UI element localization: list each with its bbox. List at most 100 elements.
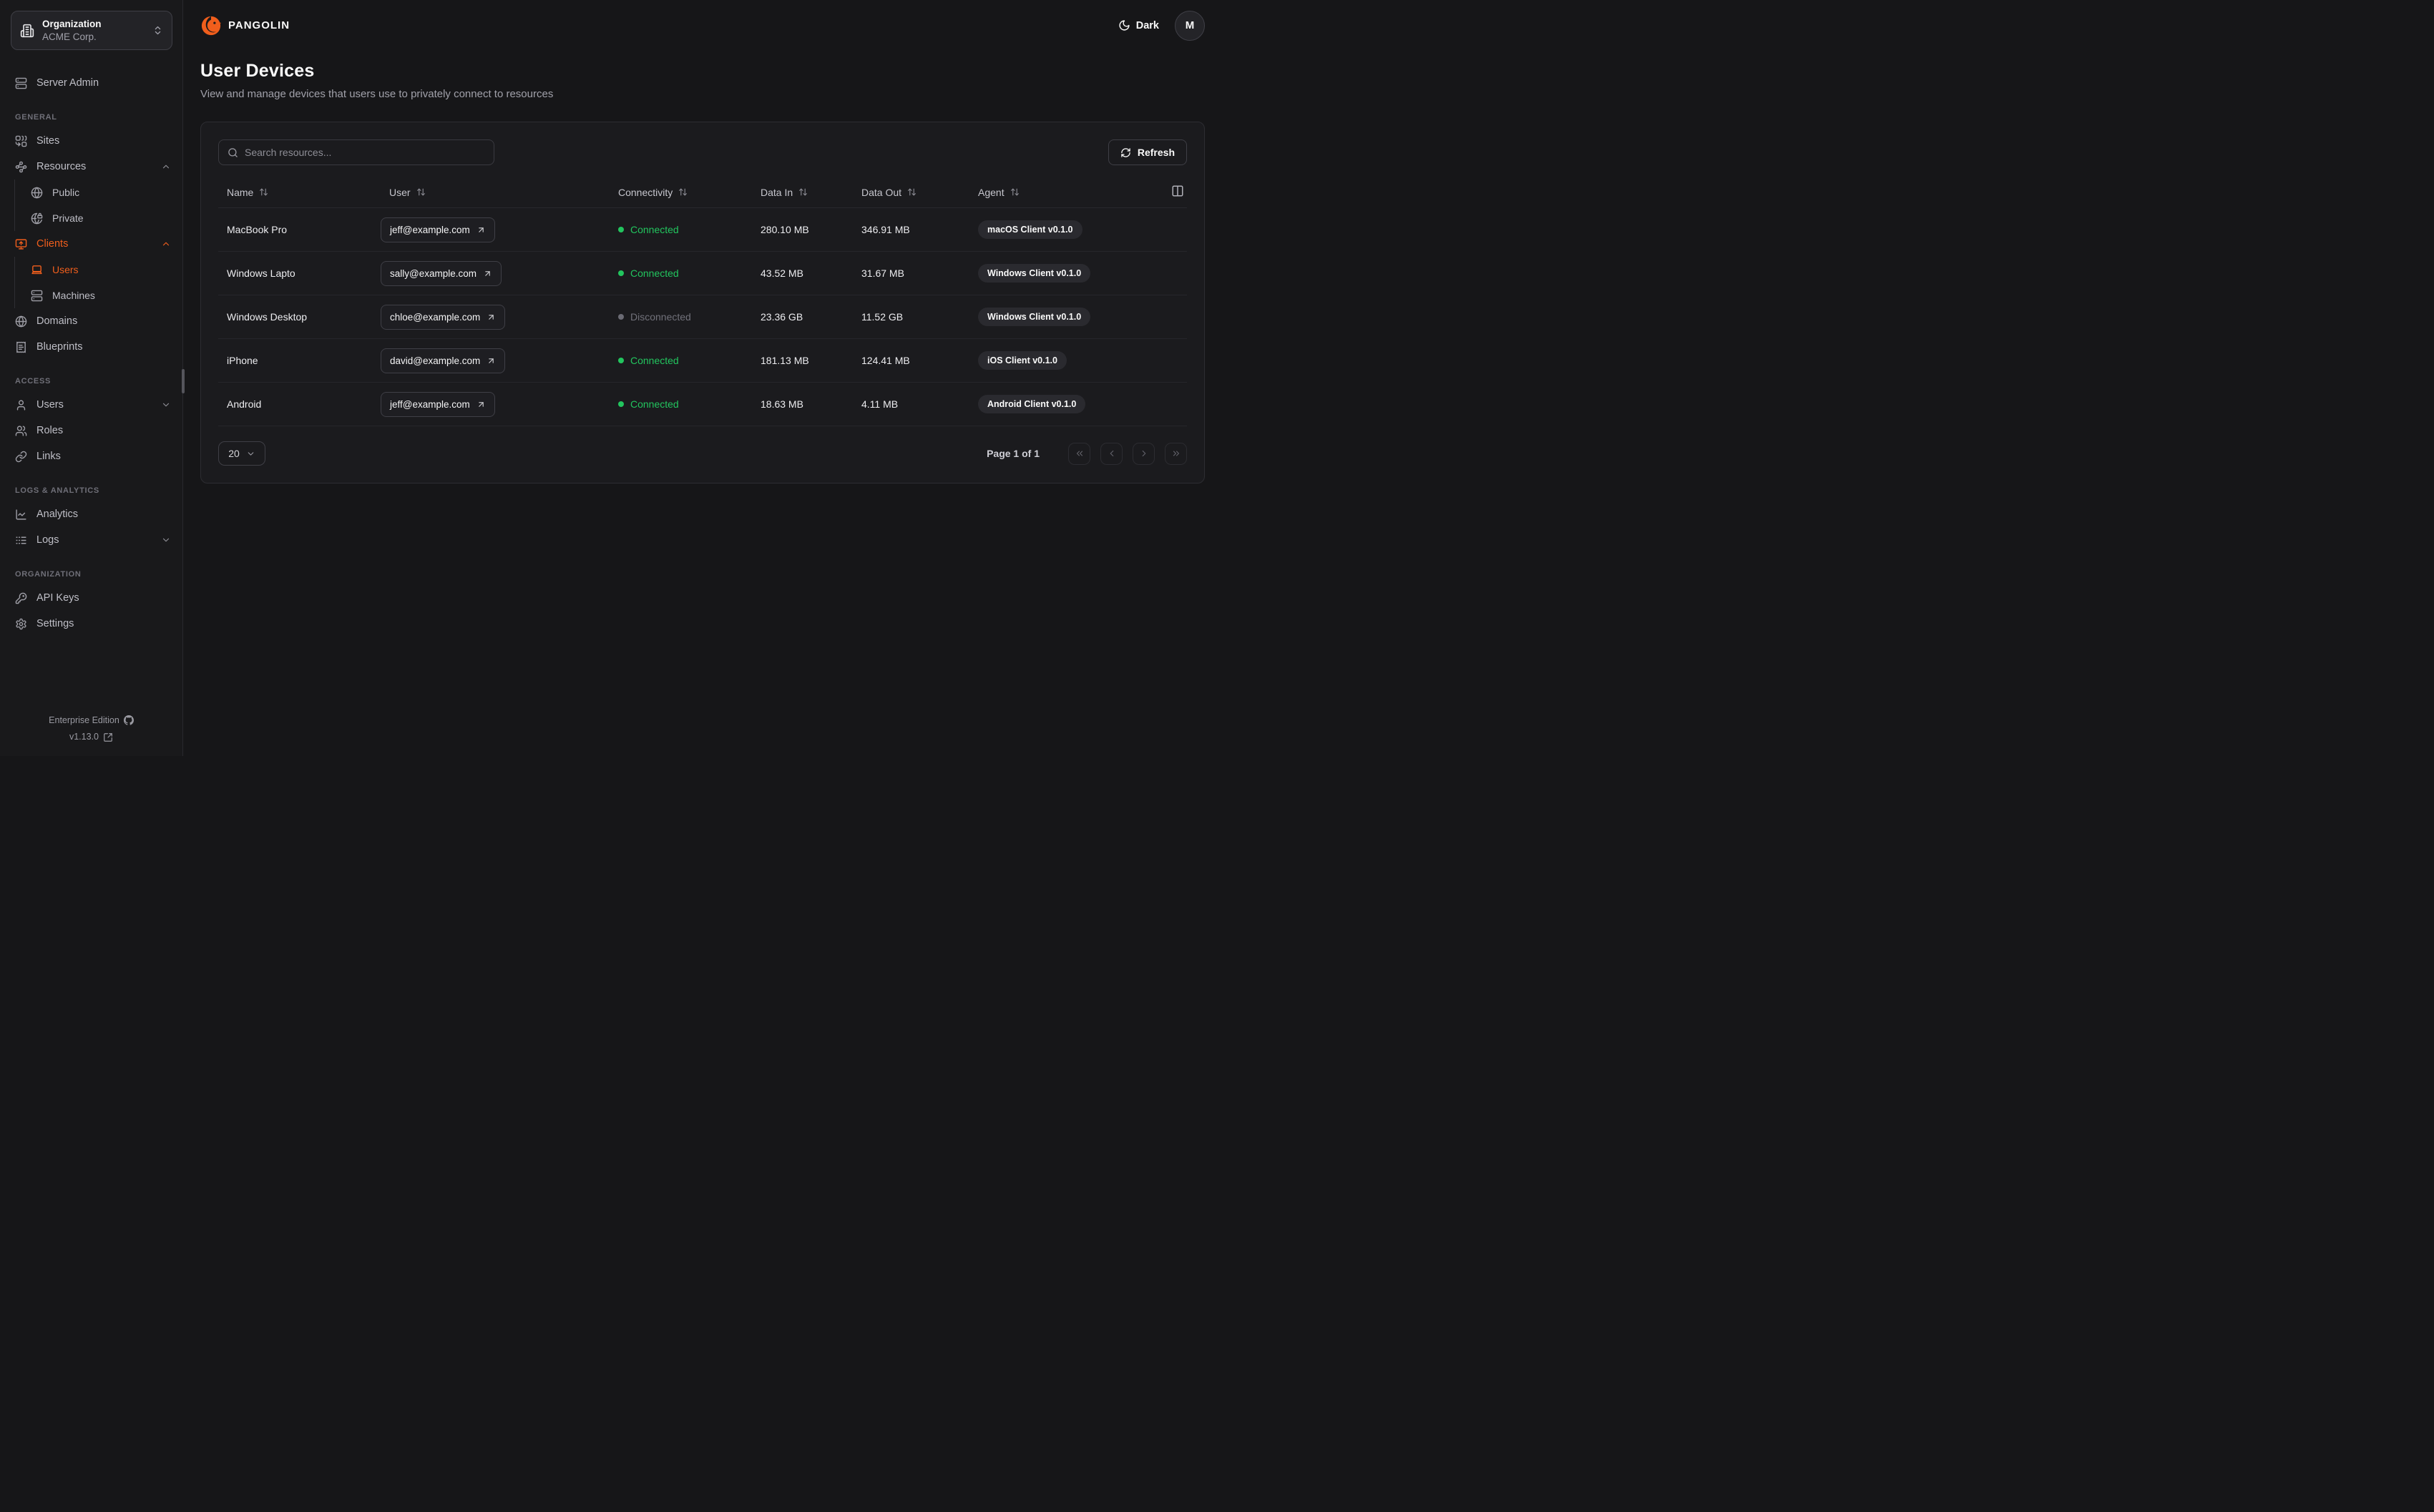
sidebar-item-blueprints[interactable]: Blueprints [0,334,182,360]
refresh-icon [1121,147,1130,157]
column-settings-button[interactable] [1170,183,1186,201]
sidebar-item-label: Sites [36,135,60,147]
users-icon [15,426,27,436]
chevron-right-icon [1142,450,1145,457]
user-link-button[interactable]: david@example.com [381,348,506,373]
agent-badge: Windows Client v0.1.0 [978,264,1091,283]
sidebar-item-sites[interactable]: Sites [0,128,182,154]
building-icon [20,24,34,37]
refresh-label: Refresh [1137,147,1175,158]
sidebar-item-label: Settings [36,618,74,630]
avatar[interactable]: M [1175,10,1205,41]
devices-table: Name User Connectivity Data In Data Out … [218,177,1187,426]
refresh-button[interactable]: Refresh [1108,139,1187,165]
sidebar-item-domains[interactable]: Domains [0,308,182,334]
sidebar-item-label: Clients [36,238,69,250]
user-email: jeff@example.com [390,398,470,410]
page-size-select[interactable]: 20 [218,441,265,466]
device-name: Windows Desktop [227,311,308,323]
edition-link[interactable]: Enterprise Edition [0,712,182,730]
sidebar-item-api-keys[interactable]: API Keys [0,585,182,611]
data-out-value: 124.41 MB [861,355,910,366]
github-icon [123,715,134,726]
column-header-data-in[interactable]: Data In [752,187,853,198]
theme-toggle[interactable]: Dark [1118,19,1159,31]
section-label-access: ACCESS [15,377,52,386]
sidebar-item-label: Users [52,264,79,276]
sort-icon [260,188,268,196]
sidebar-nav: Server Admin GENERAL Sites Resources Pub… [0,57,182,712]
user-link-button[interactable]: jeff@example.com [381,217,495,242]
sidebar-item-access-users[interactable]: Users [0,392,182,418]
sidebar-item-label: Private [52,212,84,225]
next-page-button[interactable] [1133,442,1155,465]
pangolin-logo-icon [201,16,222,35]
org-switcher[interactable]: Organization ACME Corp. [11,11,172,51]
sidebar-item-server-admin[interactable]: Server Admin [0,70,182,96]
user-email: david@example.com [390,355,481,366]
first-page-button[interactable] [1068,442,1090,465]
data-out-value: 346.91 MB [861,224,910,235]
sidebar-item-roles[interactable]: Roles [0,418,182,443]
status-dot-icon [618,358,624,363]
search-input[interactable] [245,147,485,158]
server-icon [15,77,27,89]
search-box [218,139,494,165]
logs-icon [16,536,26,544]
sidebar-resize-handle[interactable] [182,369,185,393]
user-icon [16,400,26,411]
brand[interactable]: PANGOLIN [200,15,290,36]
connectivity-status: Connected [610,398,752,410]
laptop-icon [31,265,42,274]
version-link[interactable]: v1.13.0 [0,729,182,746]
brand-name: PANGOLIN [228,19,290,31]
avatar-initial: M [1185,19,1195,31]
sidebar-item-analytics[interactable]: Analytics [0,501,182,527]
sidebar-item-label: Analytics [36,509,79,521]
connectivity-status: Connected [610,355,752,366]
sidebar-footer: Enterprise Edition v1.13.0 [0,712,182,747]
arrow-up-right-icon [479,401,484,407]
sidebar-item-public[interactable]: Public [15,180,182,205]
sidebar-item-label: Logs [36,534,59,546]
column-header-data-out[interactable]: Data Out [853,187,969,198]
sidebar-item-resources[interactable]: Resources [0,154,182,180]
table-header-row: Name User Connectivity Data In Data Out … [218,177,1187,208]
section-label-organization: ORGANIZATION [15,570,82,579]
section-label-logs-analytics: LOGS & ANALYTICS [15,486,99,496]
sidebar-item-clients[interactable]: Clients [0,231,182,257]
version-label: v1.13.0 [69,732,99,742]
user-link-button[interactable]: jeff@example.com [381,391,495,417]
topbar: PANGOLIN Dark M [183,0,1217,51]
sidebar-item-machines[interactable]: Machines [15,283,182,308]
data-in-value: 18.63 MB [761,398,803,410]
section-label-general: GENERAL [15,113,57,122]
sidebar-item-logs[interactable]: Logs [0,527,182,553]
arrow-up-right-icon [485,270,490,276]
sidebar-item-private[interactable]: Private [15,205,182,231]
chevrons-left-icon [1076,451,1082,456]
sidebar-item-links[interactable]: Links [0,443,182,469]
column-header-agent[interactable]: Agent [969,187,1161,198]
arrow-up-right-icon [489,358,494,363]
resources-subgroup: Public Private [14,180,182,232]
last-page-button[interactable] [1165,442,1187,465]
table-row: MacBook Pro jeff@example.com Connected 2… [218,208,1187,252]
sidebar-item-settings[interactable]: Settings [0,611,182,637]
column-header-user[interactable]: User [381,187,610,198]
edition-label: Enterprise Edition [49,715,119,725]
connectivity-status: Connected [610,224,752,235]
column-header-connectivity[interactable]: Connectivity [610,187,752,198]
sidebar-item-label: Links [36,451,61,463]
combine-icon [15,135,27,147]
prev-page-button[interactable] [1100,442,1123,465]
chevron-up-icon [162,242,170,246]
sort-icon [679,188,688,196]
user-link-button[interactable]: chloe@example.com [381,304,506,330]
sidebar-item-clients-users[interactable]: Users [15,257,182,283]
theme-label: Dark [1135,19,1159,31]
device-name: Windows Lapto [227,267,295,279]
column-header-name[interactable]: Name [218,187,381,198]
sort-icon [1010,188,1019,196]
user-link-button[interactable]: sally@example.com [381,260,502,286]
